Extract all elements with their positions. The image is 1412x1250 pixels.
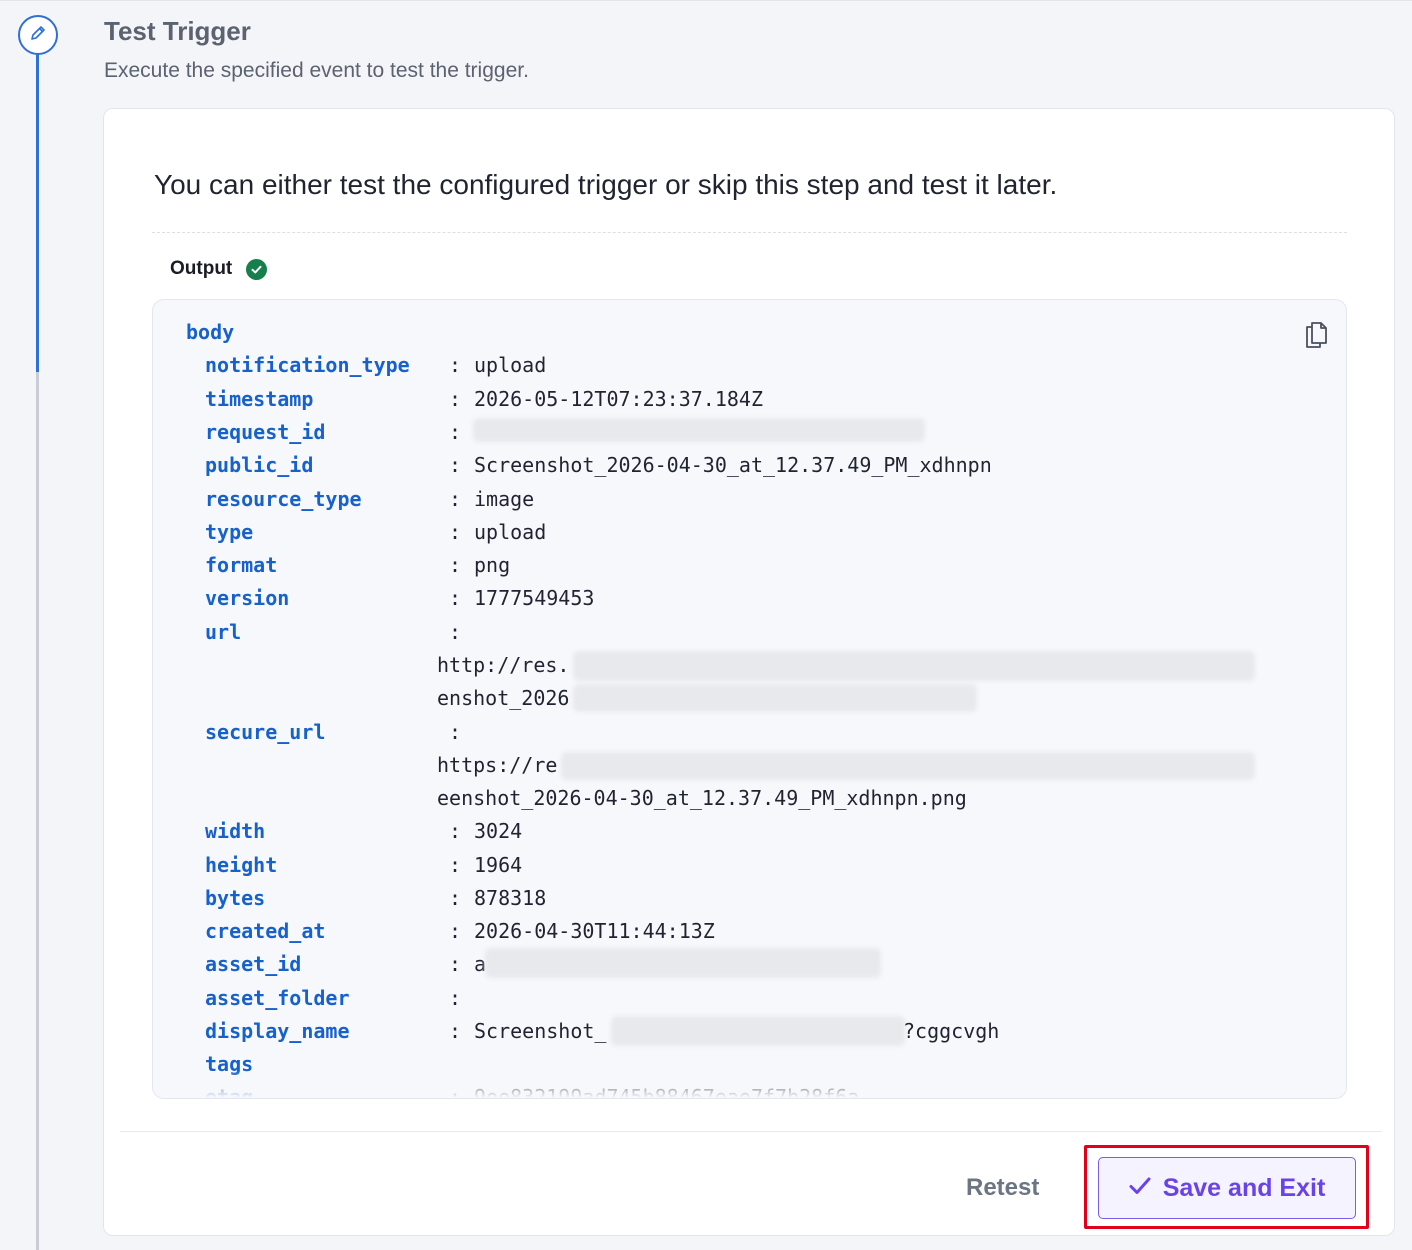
- url-line-1: http://res.: [437, 653, 570, 677]
- checkmark-icon: [1129, 1176, 1151, 1201]
- redacted-value: [485, 948, 881, 978]
- step-indicator: [18, 15, 58, 55]
- redacted-value: [611, 1016, 905, 1046]
- field-value: upload: [474, 520, 547, 544]
- retest-button[interactable]: Retest: [966, 1174, 1039, 1202]
- output-label: Output: [170, 258, 233, 279]
- scroll-fade: [153, 1070, 1346, 1098]
- field-value: 2026-05-12T07:23:37.184Z: [474, 387, 763, 411]
- field-separator: :: [449, 720, 462, 744]
- field-separator: :: [449, 453, 462, 477]
- field-value: upload: [474, 353, 547, 377]
- field-separator: :: [449, 853, 462, 877]
- field-separator: :: [449, 520, 462, 544]
- field-value: Screenshot_2026-04-30_at_12.37.49_PM_xdh…: [474, 453, 992, 477]
- field-separator: :: [449, 387, 462, 411]
- field-separator: :: [449, 553, 462, 577]
- field-separator: :: [449, 586, 462, 610]
- field-value: Screenshot_: [474, 1019, 607, 1043]
- success-check-icon: [246, 258, 268, 280]
- field-value: 878318: [474, 886, 547, 910]
- field-value-tail: ?cggcvgh: [903, 1019, 1000, 1043]
- field-key: public_id: [205, 453, 314, 477]
- output-code: body notification_type : upload timestam…: [153, 300, 1346, 1098]
- field-separator: :: [449, 487, 462, 511]
- step-description: Execute the specified event to test the …: [104, 59, 529, 82]
- field-separator: :: [449, 353, 462, 377]
- field-key: bytes: [205, 886, 266, 910]
- step-title: Test Trigger: [104, 16, 251, 46]
- field-key: asset_folder: [205, 986, 350, 1010]
- field-key: created_at: [205, 919, 326, 943]
- root-key: body: [186, 320, 235, 344]
- redacted-value: [473, 418, 925, 442]
- page: Test Trigger Execute the specified event…: [0, 0, 1412, 1250]
- field-key: asset_id: [205, 952, 302, 976]
- field-key: format: [205, 553, 278, 577]
- save-and-exit-button[interactable]: Save and Exit: [1098, 1157, 1356, 1219]
- test-trigger-card: You can either test the configured trigg…: [103, 108, 1395, 1236]
- pencil-icon: [28, 23, 48, 48]
- field-key: url: [205, 620, 242, 644]
- top-divider: [0, 0, 1412, 1]
- field-separator: :: [449, 1019, 462, 1043]
- secure-url-line-1: https://re: [437, 753, 558, 777]
- field-key: width: [205, 819, 266, 843]
- output-code-block[interactable]: body notification_type : upload timestam…: [152, 299, 1347, 1099]
- field-key: request_id: [205, 420, 326, 444]
- field-value: image: [474, 487, 535, 511]
- field-separator: :: [449, 986, 462, 1010]
- secure-url-line-2: eenshot_2026-04-30_at_12.37.49_PM_xdhnpn…: [437, 786, 967, 810]
- redacted-value: [561, 752, 1255, 780]
- field-key: height: [205, 853, 278, 877]
- field-separator: :: [449, 919, 462, 943]
- field-value: png: [474, 553, 511, 577]
- field-value: 1777549453: [474, 586, 595, 610]
- footer-divider: [120, 1131, 1382, 1132]
- field-key: type: [205, 520, 254, 544]
- field-separator: :: [449, 420, 462, 444]
- field-key: timestamp: [205, 387, 314, 411]
- field-key: notification_type: [205, 353, 410, 377]
- field-key: version: [205, 586, 290, 610]
- field-key: resource_type: [205, 487, 362, 511]
- url-line-2: enshot_2026: [437, 686, 570, 710]
- field-separator: :: [449, 952, 462, 976]
- step-progress-line: [36, 52, 39, 1250]
- redacted-value: [573, 651, 1255, 681]
- card-intro: You can either test the configured trigg…: [154, 169, 1058, 200]
- dashed-divider: [152, 232, 1347, 233]
- field-key: display_name: [205, 1019, 350, 1043]
- field-value: 3024: [474, 819, 523, 843]
- field-value: 1964: [474, 853, 523, 877]
- field-separator: :: [449, 886, 462, 910]
- field-separator: :: [449, 620, 462, 644]
- redacted-value: [573, 684, 977, 712]
- save-and-exit-label: Save and Exit: [1162, 1173, 1326, 1202]
- field-value: 2026-04-30T11:44:13Z: [474, 919, 715, 943]
- field-separator: :: [449, 819, 462, 843]
- output-header: Output: [170, 258, 268, 280]
- field-key: secure_url: [205, 720, 326, 744]
